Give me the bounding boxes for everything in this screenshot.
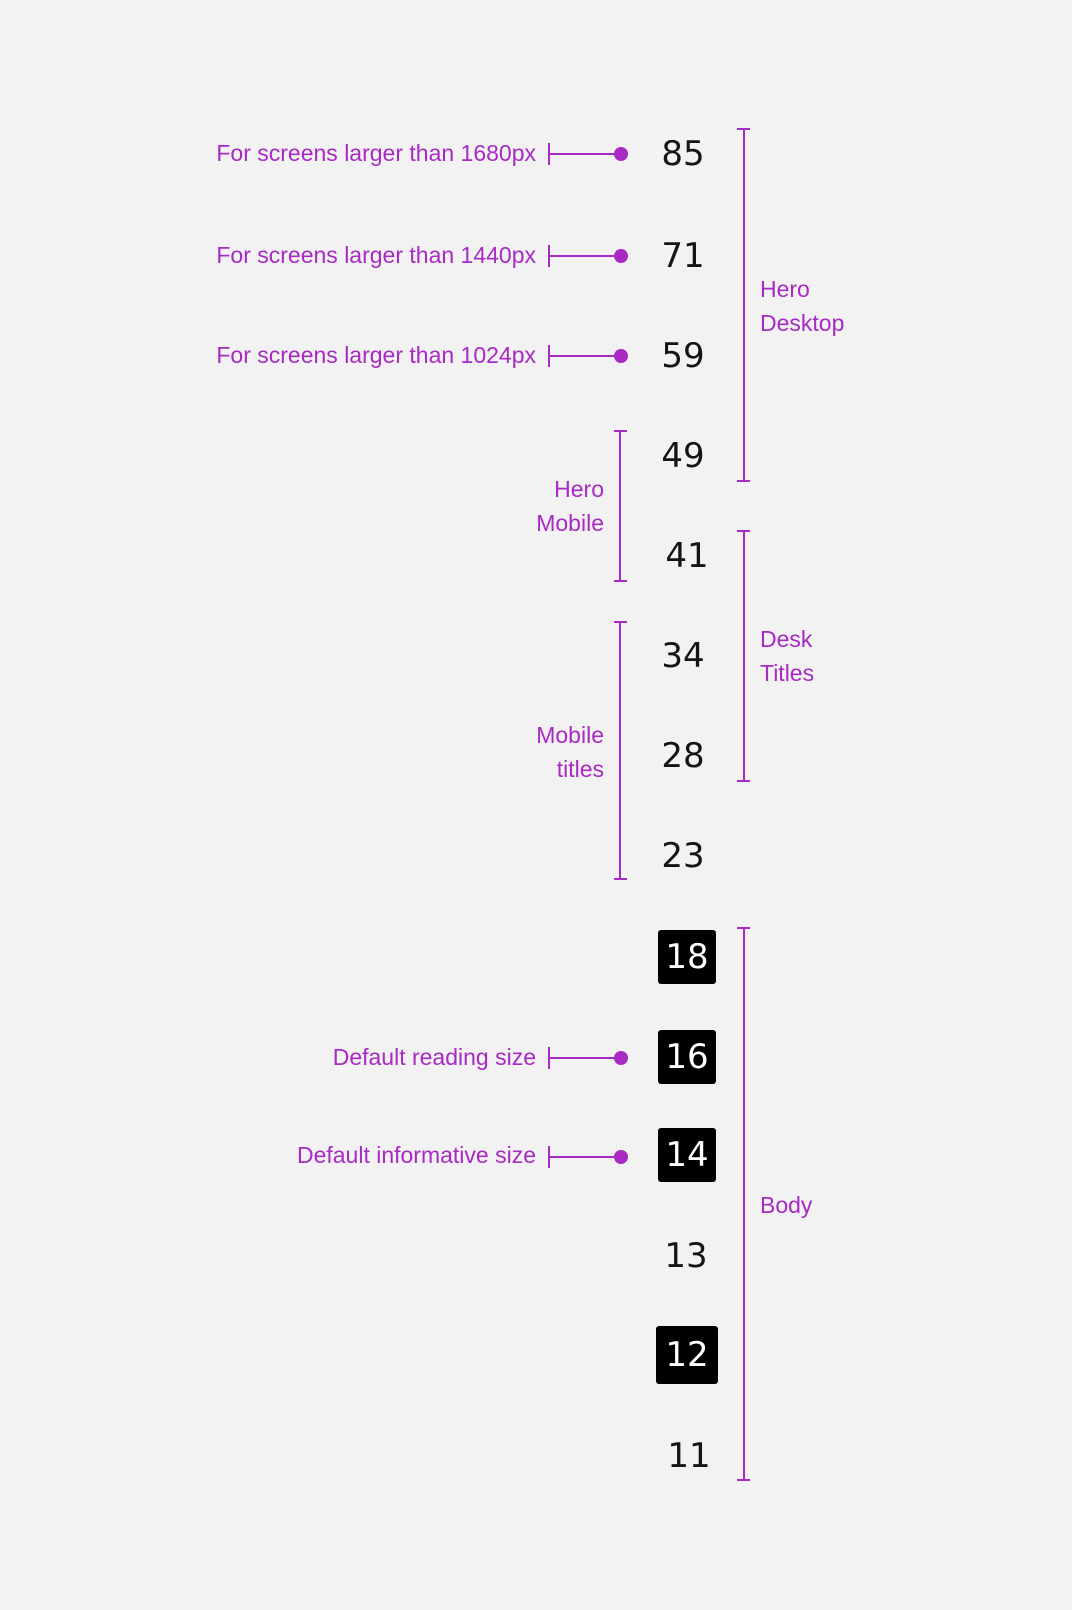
size-value-chip: 14	[658, 1128, 716, 1182]
note-default-informative-size: Default informative size	[296, 1142, 536, 1168]
group-label-line: Desktop	[760, 310, 845, 336]
group-label-line: Desk	[760, 626, 813, 652]
group-label-line: Body	[760, 1192, 813, 1218]
pointer-1024	[548, 345, 620, 367]
group-label-line: Hero	[554, 476, 604, 502]
group-label-hero-desktop: Hero Desktop	[760, 272, 844, 340]
group-label-line: titles	[556, 756, 604, 782]
pointer-1440	[548, 245, 620, 267]
size-value: 28	[661, 736, 705, 776]
pointer-dot-1680	[614, 147, 628, 161]
size-value: 34	[661, 636, 705, 676]
size-value: 85	[661, 134, 705, 174]
group-label-mobile-titles: Mobile titles	[536, 718, 604, 786]
note-screens-1680: For screens larger than 1680px	[216, 140, 536, 166]
group-label-desk-titles: Desk Titles	[760, 622, 814, 690]
group-label-line: Hero	[760, 276, 810, 302]
pointer-default-informative	[548, 1146, 620, 1168]
group-label-hero-mobile: Hero Mobile	[536, 472, 604, 540]
bracket-mobile-titles	[614, 621, 627, 880]
group-label-line: Titles	[760, 660, 815, 686]
pointer-default-reading	[548, 1047, 620, 1069]
size-value: 71	[661, 236, 705, 276]
size-value-chip: 12	[656, 1326, 718, 1384]
pointer-dot-default-reading	[614, 1051, 628, 1065]
pointer-dot-1440	[614, 249, 628, 263]
size-value: 23	[661, 836, 705, 876]
group-label-line: Mobile	[536, 510, 604, 536]
size-value: 11	[667, 1436, 711, 1476]
scale-diagram	[548, 128, 750, 1481]
size-value: 59	[661, 336, 705, 376]
bracket-desk-titles	[737, 530, 750, 782]
note-screens-1024: For screens larger than 1024px	[216, 342, 536, 368]
size-value: 13	[664, 1236, 708, 1276]
bracket-hero-mobile	[614, 430, 627, 582]
note-default-reading-size: Default reading size	[332, 1044, 536, 1070]
size-value-chip: 18	[658, 930, 716, 984]
group-label-body: Body	[760, 1188, 812, 1222]
size-value-chip: 16	[658, 1030, 716, 1084]
bracket-body	[737, 927, 750, 1481]
group-label-line: Mobile	[536, 722, 604, 748]
pointer-dot-1024	[614, 349, 628, 363]
pointer-1680	[548, 143, 620, 165]
size-value: 49	[661, 436, 705, 476]
bracket-hero-desktop	[737, 128, 750, 482]
size-value: 41	[665, 536, 709, 576]
note-screens-1440: For screens larger than 1440px	[216, 242, 536, 268]
pointer-dot-default-informative	[614, 1150, 628, 1164]
